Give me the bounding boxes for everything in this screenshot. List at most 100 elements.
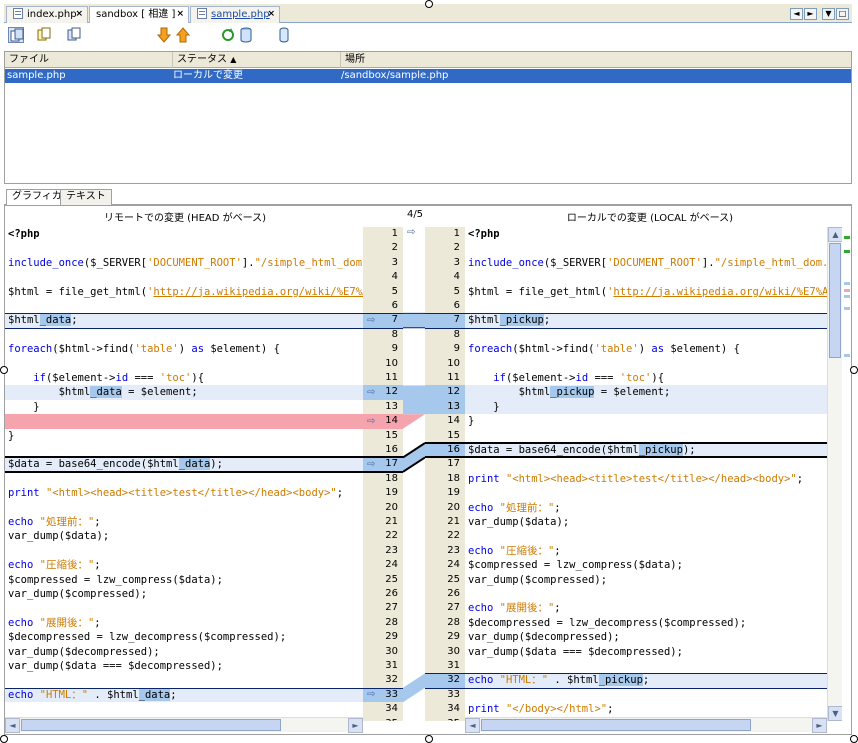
tab-label: sample.php: [211, 9, 270, 20]
tab-sandbox-diff[interactable]: sandbox [ 相違 ] ×: [89, 6, 189, 24]
refresh-icon: [222, 28, 234, 41]
scroll-tabs-right-button[interactable]: ►: [804, 8, 817, 20]
apply-change-arrow-icon[interactable]: ⇨: [367, 689, 375, 700]
code-line: echo "展開後：";: [468, 602, 561, 615]
line-number: 2: [391, 242, 398, 254]
repository-button[interactable]: [276, 27, 292, 43]
resize-handle-left[interactable]: [0, 366, 8, 374]
code-line: $compressed = lzw_compress($data);: [468, 559, 683, 572]
arrow-up-icon: [175, 27, 191, 43]
code-line: var_dump($decompressed);: [8, 645, 160, 658]
scroll-tabs-left-button[interactable]: ◄: [790, 8, 803, 20]
left-code-pane[interactable]: <?php include_once($_SERVER['DOCUMENT_RO…: [5, 227, 363, 721]
close-icon[interactable]: ×: [75, 7, 83, 22]
vertical-scrollbar[interactable]: ▲ ▼: [827, 227, 843, 721]
line-number: 20: [385, 501, 398, 513]
tab-label: sandbox [ 相違 ]: [96, 9, 176, 20]
column-header-location[interactable]: 場所: [341, 52, 851, 68]
resize-handle-bottom[interactable]: [425, 735, 433, 743]
maximize-button[interactable]: □: [836, 8, 849, 20]
scroll-thumb[interactable]: [21, 719, 281, 731]
apply-change-arrow-icon[interactable]: ⇨: [407, 227, 415, 238]
code-line: var_dump($compressed);: [8, 588, 148, 600]
resize-handle-top[interactable]: [425, 0, 433, 8]
code-line: print "<html><head><title>test</title></…: [8, 487, 344, 500]
apply-change-arrow-icon[interactable]: ⇨: [367, 387, 375, 398]
code-line: var_dump($data);: [468, 516, 570, 528]
update-button[interactable]: [220, 27, 236, 43]
code-line: echo "HTML：" . $html_pickup;: [465, 673, 827, 688]
line-number: 6: [391, 300, 398, 311]
tab-text[interactable]: テキスト: [60, 189, 112, 205]
changed-files-table: ファイル ステータス ▲ 場所 sample.php ローカルで変更 /sand…: [4, 51, 852, 184]
show-remote-button[interactable]: [36, 27, 52, 43]
line-number: 8: [391, 328, 398, 340]
code-line: $compressed = lzw_compress($data);: [8, 573, 223, 586]
refresh-status-button[interactable]: [8, 27, 24, 43]
change-boundary: [5, 456, 403, 459]
table-row[interactable]: sample.php ローカルで変更 /sandbox/sample.php: [5, 69, 851, 83]
code-line: echo "圧縮後：";: [8, 559, 101, 572]
line-number: 29: [447, 631, 460, 643]
line-number: 21: [447, 516, 460, 527]
tab-list-dropdown-button[interactable]: ▼: [822, 8, 835, 20]
column-header-file[interactable]: ファイル: [5, 52, 173, 68]
apply-change-arrow-icon[interactable]: ⇨: [367, 315, 375, 326]
code-line: $html = file_get_html('http://ja.wikiped…: [8, 285, 363, 298]
overview-marker: [844, 307, 850, 310]
tab-index-php[interactable]: index.php ×: [6, 6, 88, 23]
right-horizontal-scrollbar[interactable]: ◄ ►: [465, 717, 827, 733]
code-line: include_once($_SERVER['DOCUMENT_ROOT']."…: [8, 256, 363, 269]
diff-overview-ruler[interactable]: [842, 227, 851, 721]
line-number: 26: [447, 588, 460, 599]
commit-button[interactable]: [238, 27, 254, 43]
close-icon[interactable]: ×: [267, 7, 275, 22]
database-icon: [279, 27, 289, 43]
resize-handle-right[interactable]: [850, 366, 858, 374]
scroll-right-button[interactable]: ►: [812, 718, 827, 733]
right-code-pane[interactable]: <?php include_once($_SERVER['DOCUMENT_RO…: [465, 227, 827, 721]
line-number: 24: [447, 559, 460, 571]
code-line: var_dump($data === $decompressed);: [468, 645, 683, 658]
line-number: 33: [447, 688, 460, 700]
line-number: 3: [391, 256, 398, 268]
column-header-status[interactable]: ステータス ▲: [173, 52, 341, 68]
tab-sample-php[interactable]: sample.php ×: [190, 6, 280, 23]
line-number: 11: [447, 372, 460, 383]
change-boundary: [425, 687, 827, 689]
left-horizontal-scrollbar[interactable]: ◄ ►: [5, 717, 363, 733]
documents-icon: [10, 28, 24, 42]
scroll-right-button[interactable]: ►: [348, 718, 363, 733]
line-number: 2: [453, 242, 460, 254]
line-number: 13: [425, 399, 465, 415]
line-number: 12: [425, 385, 465, 400]
code-line: print "</body></html>";: [468, 703, 614, 716]
line-number: 5: [391, 285, 398, 297]
left-pane-header: リモートでの変更 (HEAD がベース): [103, 213, 267, 224]
line-number: 6: [453, 300, 460, 311]
table-header: ファイル ステータス ▲ 場所: [5, 52, 851, 68]
line-number: 22: [385, 530, 398, 542]
scroll-thumb[interactable]: [481, 719, 751, 731]
resize-handle-bottom-right[interactable]: [850, 735, 858, 743]
change-boundary: [425, 673, 827, 675]
line-number: 23: [447, 544, 460, 556]
next-difference-button[interactable]: [156, 27, 172, 43]
scroll-left-button[interactable]: ◄: [465, 718, 480, 733]
previous-difference-button[interactable]: [175, 27, 191, 43]
scroll-thumb[interactable]: [829, 243, 841, 358]
line-number: 1: [453, 228, 460, 239]
code-line: echo "圧縮後：";: [468, 544, 561, 557]
scroll-left-button[interactable]: ◄: [5, 718, 20, 733]
apply-change-arrow-icon[interactable]: ⇨: [367, 459, 375, 470]
close-icon[interactable]: ×: [176, 7, 184, 22]
code-line: var_dump($data);: [8, 530, 110, 543]
code-line: $html_pickup;: [465, 313, 827, 328]
scroll-up-button[interactable]: ▲: [828, 227, 843, 242]
php-file-icon: [197, 8, 207, 19]
code-line: $decompressed = lzw_decompress($compress…: [8, 631, 287, 644]
apply-change-arrow-icon[interactable]: ⇨: [367, 416, 375, 427]
resize-handle-bottom-left[interactable]: [0, 735, 8, 743]
show-local-button[interactable]: [66, 27, 82, 43]
scroll-down-button[interactable]: ▼: [828, 706, 843, 721]
